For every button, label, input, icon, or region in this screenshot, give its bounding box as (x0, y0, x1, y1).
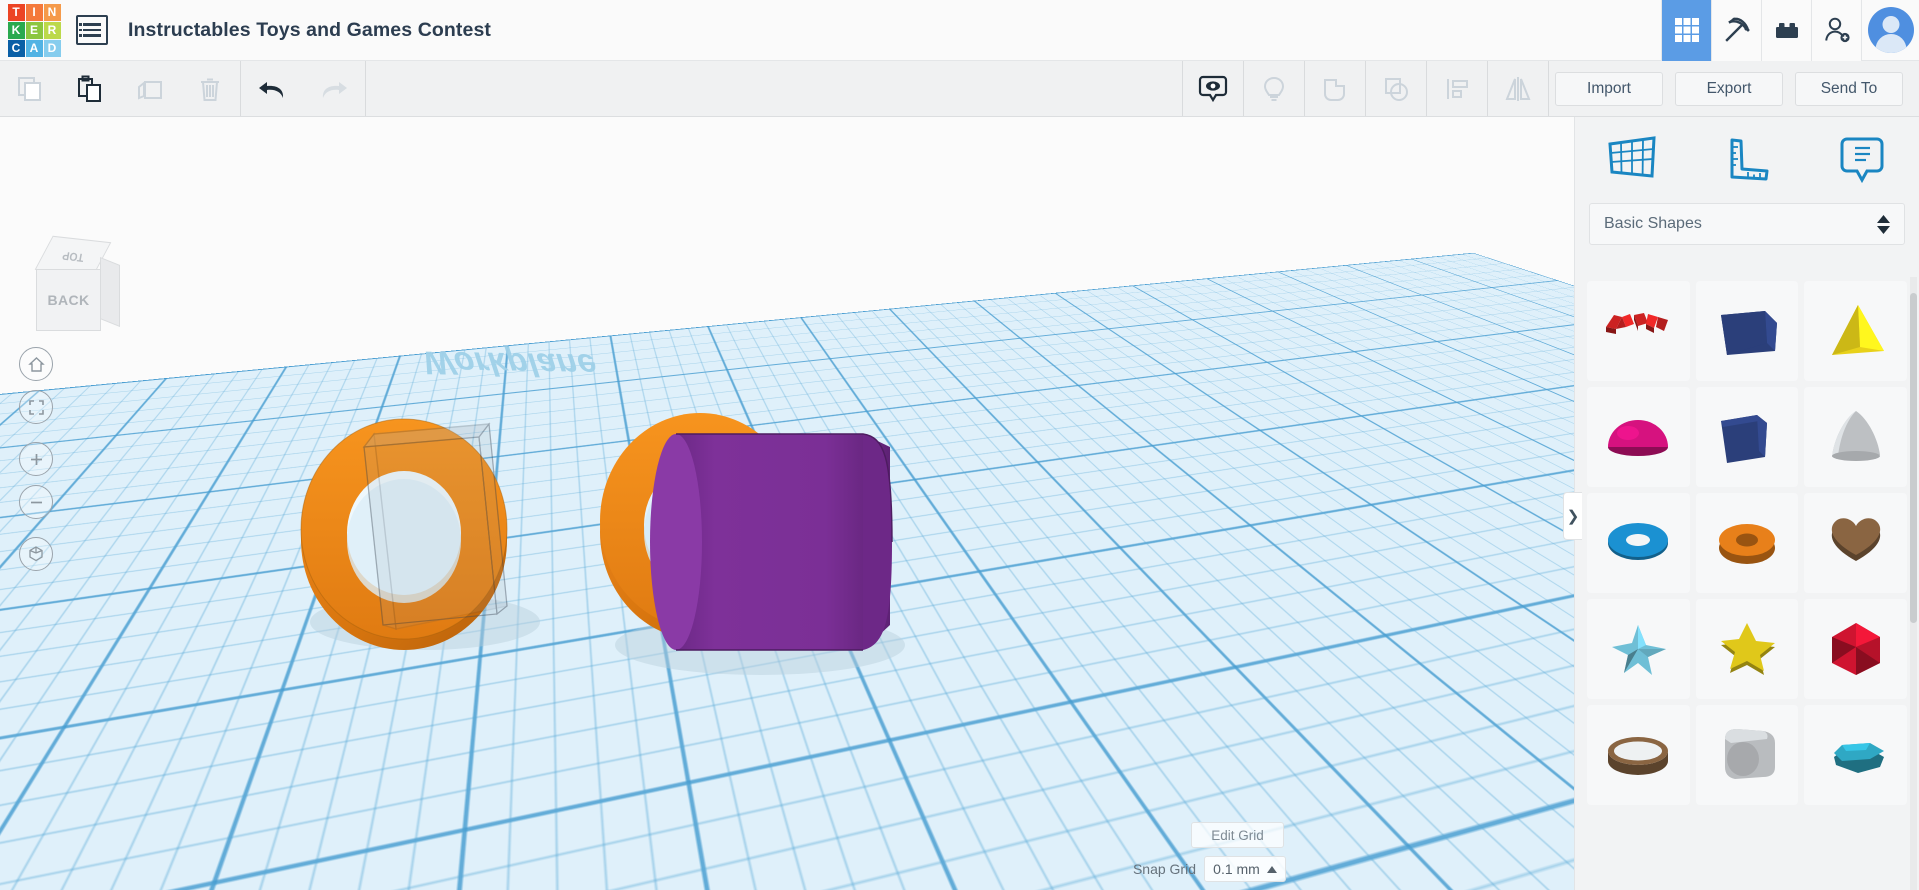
perspective-toggle-icon[interactable] (19, 537, 53, 571)
gem-shape[interactable] (1804, 705, 1907, 805)
shape-library-grid (1575, 275, 1919, 890)
tinkercad-app: TIN KER CAD Instructables Toys and Games C… (0, 0, 1919, 890)
redo-icon[interactable] (303, 61, 365, 116)
cylinder-shape[interactable] (1696, 387, 1799, 487)
rounded-cube-shape-thumbnail (1705, 717, 1789, 793)
mirror-icon[interactable] (1488, 61, 1548, 116)
view-cube-front-face: BACK (36, 269, 101, 331)
torus-shape-thumbnail (1596, 505, 1680, 581)
view-navigation-controls (19, 347, 53, 571)
group-icon[interactable] (1305, 61, 1365, 116)
logo-tile-c: C (8, 40, 25, 57)
workplane-canvas[interactable]: Workplane TOP BACK Edit Grid Snap Grid 0… (0, 117, 1574, 890)
tinkercad-logo[interactable]: TIN KER CAD (6, 0, 62, 61)
ruler-icon[interactable] (1690, 132, 1805, 186)
panel-collapse-toggle[interactable]: ❯ (1563, 492, 1582, 540)
zoom-out-icon[interactable] (19, 485, 53, 519)
shape-category-select[interactable]: Basic Shapes (1589, 203, 1905, 245)
zoom-in-icon[interactable] (19, 442, 53, 476)
box-shape[interactable] (1696, 281, 1799, 381)
ring-shape[interactable] (1587, 705, 1690, 805)
cone-shape[interactable] (1804, 387, 1907, 487)
cone-shape-thumbnail (1814, 399, 1898, 475)
rounded-cube-shape[interactable] (1696, 705, 1799, 805)
star-3d-shape[interactable] (1587, 599, 1690, 699)
shapes-panel: Basic Shapes (1574, 117, 1919, 890)
trash-icon[interactable] (180, 61, 240, 116)
top-bar: TIN KER CAD Instructables Toys and Games C… (0, 0, 1919, 61)
logo-tile-d: D (44, 40, 61, 57)
pyramid-shape[interactable] (1804, 281, 1907, 381)
view-cube[interactable]: TOP BACK (22, 239, 120, 335)
page-title: Instructables Toys and Games Contest (128, 19, 491, 42)
hemisphere-shape-thumbnail (1596, 399, 1680, 475)
panel-header-icons (1575, 117, 1919, 201)
align-icon[interactable] (1427, 61, 1487, 116)
logo-tile-n: N (44, 4, 61, 21)
add-user-icon[interactable] (1811, 0, 1861, 61)
avatar[interactable] (1861, 0, 1919, 61)
fit-to-view-icon[interactable] (19, 390, 53, 424)
hemisphere-shape[interactable] (1587, 387, 1690, 487)
polygon-shape-thumbnail (1814, 611, 1898, 687)
home-view-icon[interactable] (19, 347, 53, 381)
export-button[interactable]: Export (1675, 72, 1783, 106)
list-menu-icon[interactable] (76, 15, 108, 45)
lego-brick-icon[interactable] (1761, 0, 1811, 61)
logo-tile-k: K (8, 22, 25, 39)
ring-shape-thumbnail (1596, 717, 1680, 793)
lightbulb-icon[interactable] (1244, 61, 1304, 116)
blocks-grid-icon[interactable] (1661, 0, 1711, 61)
import-button[interactable]: Import (1555, 72, 1663, 106)
box-shape-thumbnail (1705, 293, 1789, 369)
duplicate-icon[interactable] (120, 61, 180, 116)
top-bar-actions (1661, 0, 1919, 61)
snap-grid-value: 0.1 mm (1213, 861, 1260, 877)
cylinder-shape-thumbnail (1705, 399, 1789, 475)
notes-icon[interactable] (1804, 132, 1919, 186)
text-shape[interactable] (1587, 281, 1690, 381)
shape-category-value: Basic Shapes (1604, 215, 1877, 233)
snap-grid-select[interactable]: 0.1 mm (1204, 856, 1286, 882)
gem-shape-thumbnail (1814, 717, 1898, 793)
tube-shape-thumbnail (1705, 505, 1789, 581)
workplane-icon[interactable] (1575, 132, 1690, 186)
pyramid-shape-thumbnail (1814, 293, 1898, 369)
chevron-up-icon (1267, 866, 1277, 873)
ungroup-icon[interactable] (1366, 61, 1426, 116)
star-flat-shape-thumbnail (1705, 611, 1789, 687)
pickaxe-icon[interactable] (1711, 0, 1761, 61)
heart-shape[interactable] (1804, 493, 1907, 593)
text-shape-thumbnail (1596, 293, 1680, 369)
undo-icon[interactable] (241, 61, 303, 116)
heart-shape-thumbnail (1814, 505, 1898, 581)
edit-grid-button[interactable]: Edit Grid (1191, 822, 1284, 848)
eye-visibility-icon[interactable] (1183, 61, 1243, 116)
edit-toolbar: Import Export Send To (0, 61, 1919, 117)
chevron-updown-icon (1877, 215, 1890, 234)
logo-tile-a: A (26, 40, 43, 57)
workplane-grid (0, 117, 1574, 890)
snap-grid-control: Snap Grid 0.1 mm (1133, 856, 1286, 882)
star-flat-shape[interactable] (1696, 599, 1799, 699)
logo-tile-t: T (8, 4, 25, 21)
copy-icon[interactable] (0, 61, 60, 116)
logo-tile-r: R (44, 22, 61, 39)
torus-shape[interactable] (1587, 493, 1690, 593)
snap-grid-label: Snap Grid (1133, 861, 1196, 877)
view-cube-side-face (100, 257, 120, 327)
paste-icon[interactable] (60, 61, 120, 116)
polygon-shape[interactable] (1804, 599, 1907, 699)
logo-tile-e: E (26, 22, 43, 39)
star-3d-shape-thumbnail (1596, 611, 1680, 687)
tube-shape[interactable] (1696, 493, 1799, 593)
logo-tile-i: I (26, 4, 43, 21)
send-to-button[interactable]: Send To (1795, 72, 1903, 106)
